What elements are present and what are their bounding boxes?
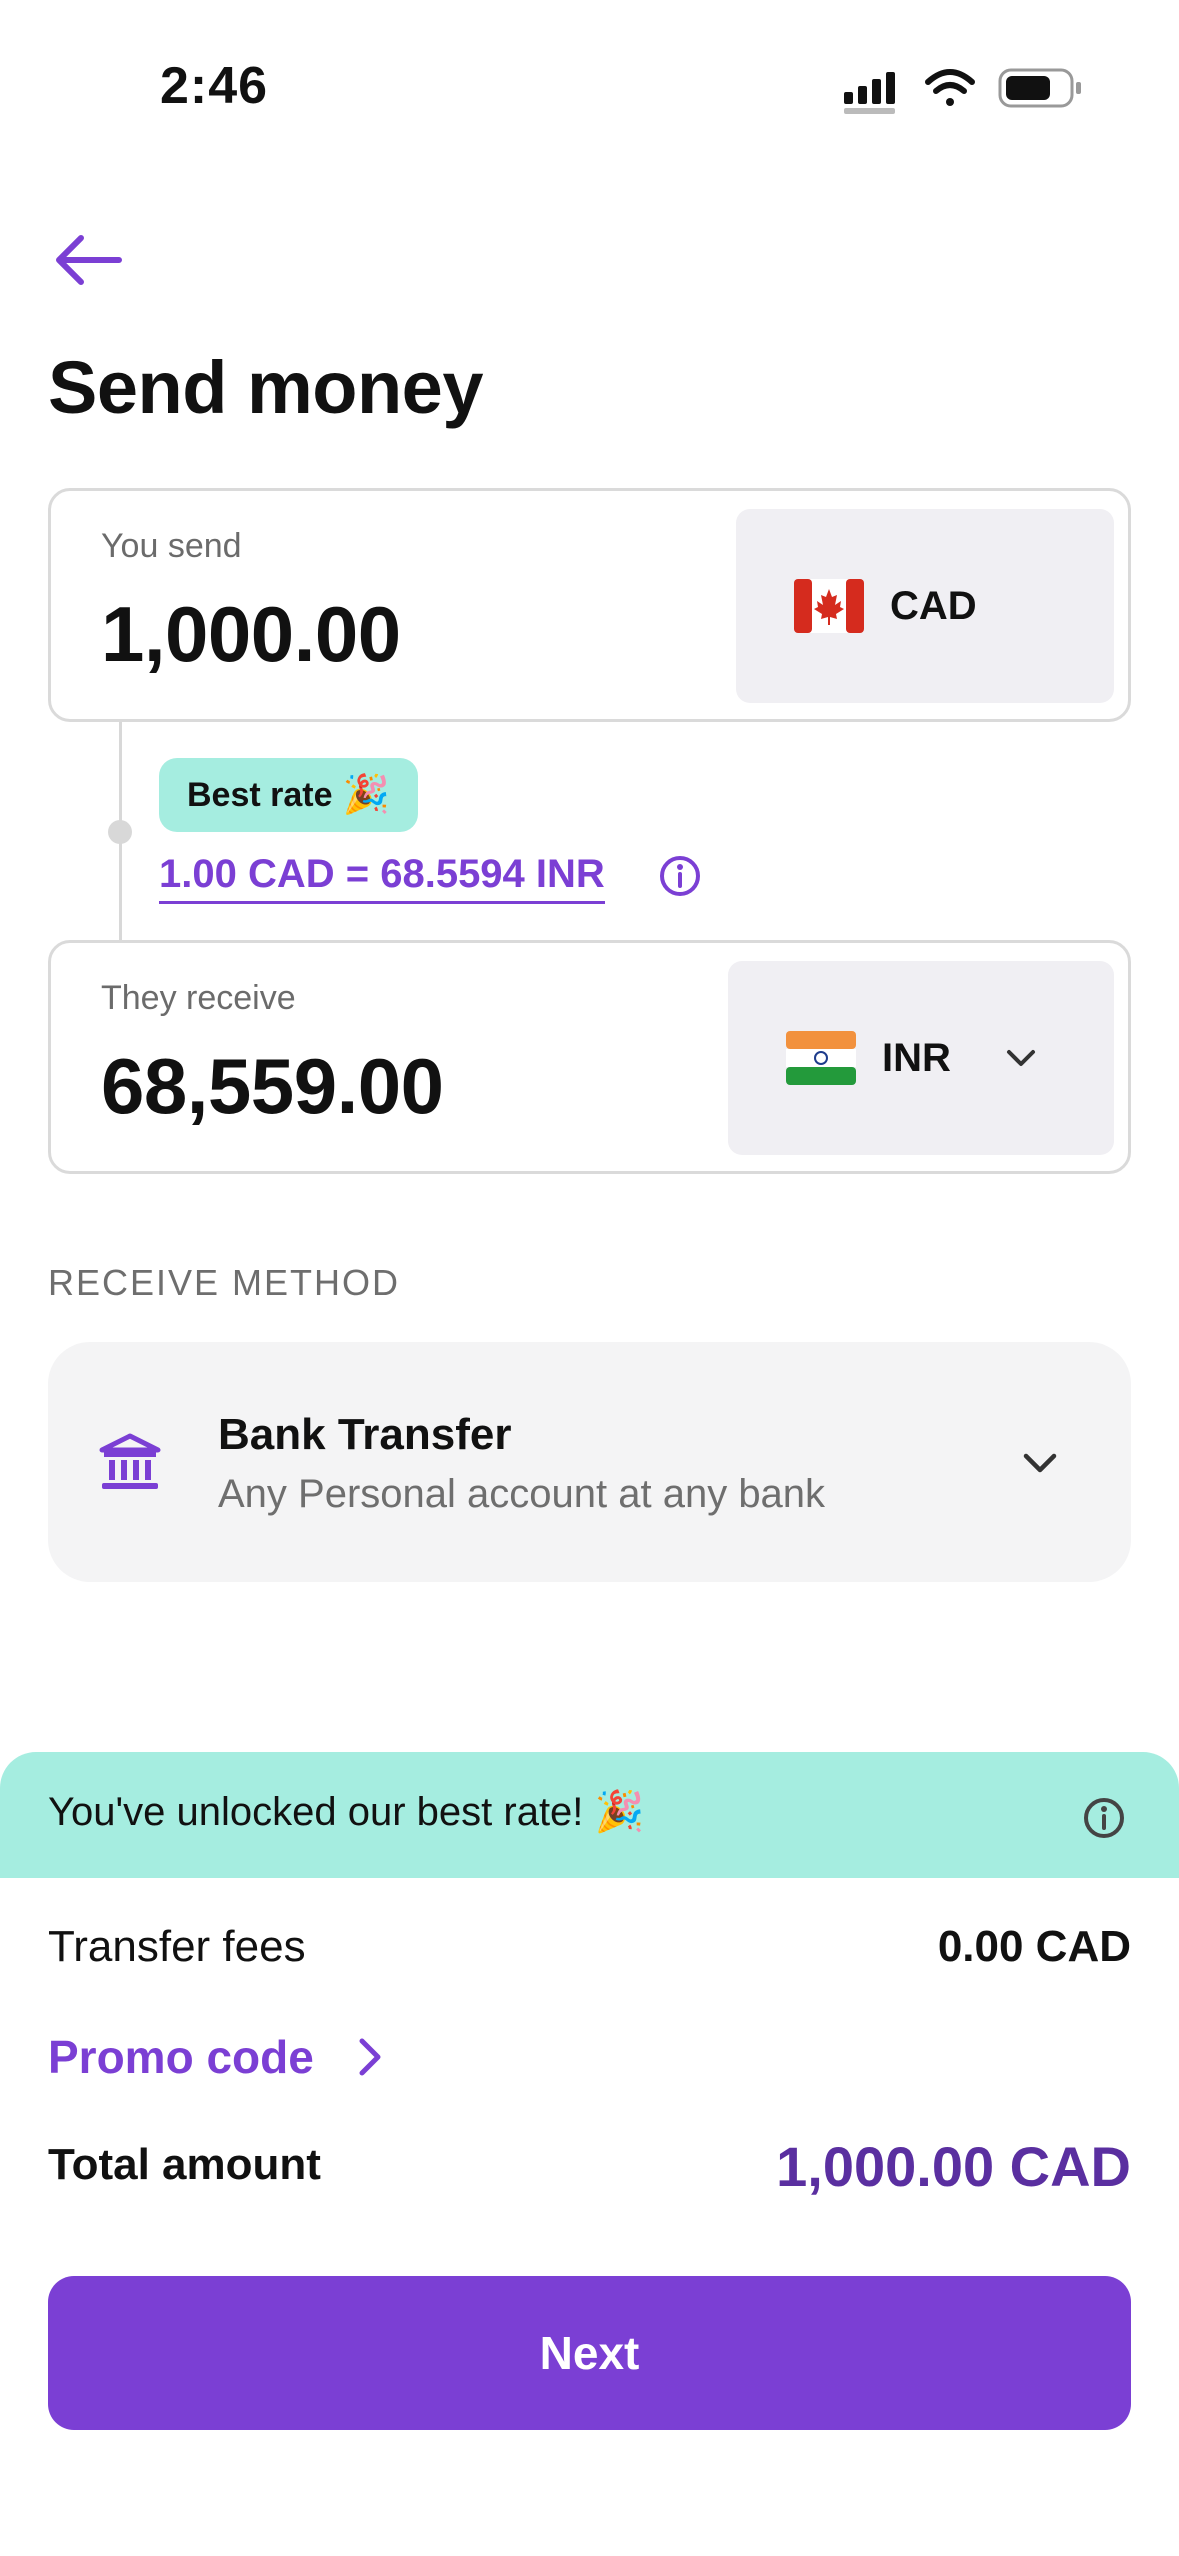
rate-connector-dot [108, 820, 132, 844]
battery-icon [998, 68, 1081, 108]
best-rate-label: Best rate [187, 775, 333, 814]
info-icon[interactable] [658, 854, 702, 898]
bank-icon [99, 1433, 161, 1489]
send-label: You send [101, 527, 242, 565]
best-rate-badge: Best rate 🎉 [159, 758, 418, 832]
info-icon[interactable] [1082, 1796, 1126, 1840]
receive-currency-selector[interactable]: INR [728, 961, 1114, 1155]
receive-amount-card[interactable]: They receive 68,559.00 INR [48, 940, 1131, 1174]
total-amount-label: Total amount [48, 2140, 321, 2189]
next-button[interactable]: Next [48, 2276, 1131, 2430]
best-rate-banner-text: You've unlocked our best rate! 🎉 [48, 1790, 645, 1834]
chevron-down-icon [1023, 1453, 1057, 1473]
receive-label: They receive [101, 979, 296, 1017]
receive-method-title: Bank Transfer [218, 1410, 512, 1459]
status-time: 2:46 [160, 57, 269, 115]
canada-flag-icon [794, 579, 864, 633]
back-arrow-icon [56, 235, 122, 285]
receive-amount-input[interactable]: 68,559.00 [101, 1041, 444, 1132]
party-popper-icon: 🎉 [342, 774, 390, 816]
total-amount-value: 1,000.00 CAD [776, 2135, 1131, 2198]
page-title: Send money [48, 346, 484, 429]
send-currency-code: CAD [890, 583, 977, 628]
transfer-fees-value: 0.00 CAD [937, 1922, 1131, 1971]
send-amount-input[interactable]: 1,000.00 [101, 589, 401, 680]
signal-icon [844, 72, 895, 114]
exchange-rate-link[interactable]: 1.00 CAD = 68.5594 INR [159, 852, 605, 904]
back-button[interactable] [42, 220, 132, 300]
send-amount-card[interactable]: You send 1,000.00 CAD [48, 488, 1131, 722]
receive-currency-code: INR [882, 1035, 951, 1080]
transfer-fees-label: Transfer fees [48, 1922, 306, 1971]
send-currency-selector[interactable]: CAD [736, 509, 1114, 703]
india-flag-icon [786, 1031, 856, 1085]
promo-code-label: Promo code [48, 2031, 314, 2083]
receive-method-heading: RECEIVE METHOD [48, 1262, 401, 1303]
chevron-right-icon [359, 2038, 381, 2076]
promo-code-link[interactable]: Promo code [48, 2030, 386, 2084]
status-icons [844, 68, 1081, 114]
receive-method-subtitle: Any Personal account at any bank [218, 1472, 826, 1516]
chevron-down-icon [1006, 1050, 1035, 1066]
wifi-icon [925, 69, 975, 106]
best-rate-banner: You've unlocked our best rate! 🎉 [0, 1752, 1179, 1878]
receive-method-selector[interactable]: Bank Transfer Any Personal account at an… [48, 1342, 1131, 1582]
